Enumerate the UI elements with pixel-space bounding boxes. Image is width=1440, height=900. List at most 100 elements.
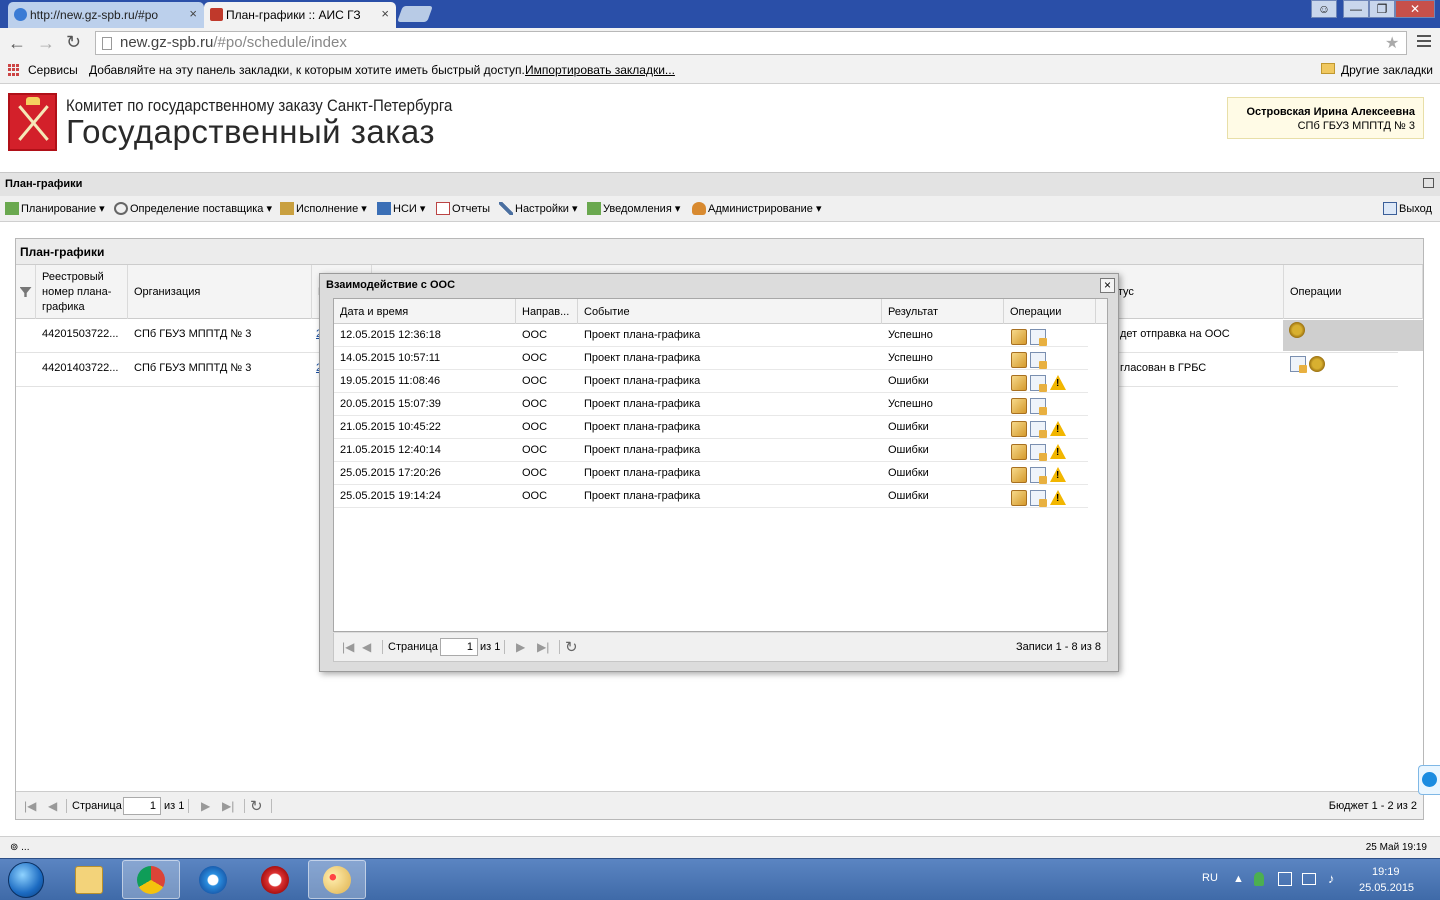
package-icon[interactable] <box>1011 375 1027 391</box>
table-row[interactable]: 14.05.2015 10:57:11 ООС Проект плана-графи… <box>334 347 1088 370</box>
prev-page-icon[interactable]: ◀ <box>48 799 57 813</box>
menu-label: Выход <box>1399 203 1432 215</box>
next-page-icon[interactable]: ▶ <box>201 799 210 813</box>
column-header-result[interactable]: Результат <box>882 299 1004 324</box>
clock-date[interactable]: 25.05.2015 <box>1359 882 1414 894</box>
page-number-input[interactable]: 1 <box>440 638 478 656</box>
apps-grid-icon[interactable] <box>8 64 20 76</box>
close-tab-icon[interactable]: × <box>381 6 389 21</box>
column-header-ops[interactable]: Операции <box>1004 299 1096 324</box>
menu-settings[interactable]: Настройки ▾ <box>499 202 578 215</box>
page-number-input[interactable]: 1 <box>123 797 161 815</box>
reload-icon[interactable]: ↻ <box>66 33 81 51</box>
bookmark-star-icon[interactable]: ★ <box>1385 33 1399 53</box>
table-row[interactable]: 12.05.2015 12:36:18 ООС Проект плана-графи… <box>334 324 1088 347</box>
eagle-icon[interactable] <box>1309 356 1325 372</box>
edit-document-icon[interactable] <box>1030 490 1047 507</box>
tray-flag-icon[interactable] <box>1278 872 1292 886</box>
table-row[interactable]: 20.05.2015 15:07:39 ООС Проект плана-графи… <box>334 393 1088 416</box>
edit-document-icon[interactable] <box>1030 352 1047 369</box>
column-header-status[interactable]: атус <box>1106 265 1284 319</box>
panel-title-bar: План-графики <box>0 172 1440 196</box>
filter-column-header[interactable] <box>16 265 36 319</box>
tray-volume-icon[interactable]: ♪ <box>1328 871 1335 886</box>
menu-label: Настройки <box>515 203 569 215</box>
package-icon[interactable] <box>1011 444 1027 460</box>
column-header-datetime[interactable]: Дата и время <box>334 299 516 324</box>
package-icon[interactable] <box>1011 398 1027 414</box>
close-dialog-icon[interactable]: × <box>1100 278 1115 293</box>
maximize-button[interactable]: ❐ <box>1369 0 1395 18</box>
table-row[interactable]: 21.05.2015 10:45:22 ООС Проект плана-графи… <box>334 416 1088 439</box>
close-window-button[interactable]: ✕ <box>1395 0 1435 18</box>
address-bar[interactable]: new.gz-spb.ru/#po/schedule/index <box>95 31 1407 55</box>
edit-document-icon[interactable] <box>1030 398 1047 415</box>
new-tab-button[interactable] <box>397 6 433 22</box>
package-icon[interactable] <box>1011 352 1027 368</box>
menu-exit[interactable]: Выход <box>1383 202 1432 215</box>
close-tab-icon[interactable]: × <box>189 6 197 21</box>
warning-icon[interactable] <box>1050 490 1066 505</box>
eagle-icon[interactable] <box>1289 322 1305 338</box>
column-header-ops[interactable]: Операции <box>1284 265 1423 319</box>
menu-supplier[interactable]: Определение поставщика ▾ <box>114 202 272 215</box>
refresh-icon[interactable]: ↻ <box>250 797 263 815</box>
table-row[interactable]: 19.05.2015 11:08:46 ООС Проект плана-графи… <box>334 370 1088 393</box>
table-row[interactable]: 25.05.2015 19:14:24 ООС Проект плана-графи… <box>334 485 1088 508</box>
menu-nsi[interactable]: НСИ ▾ <box>377 202 425 215</box>
language-indicator[interactable]: RU <box>1202 872 1218 884</box>
menu-execution[interactable]: Исполнение ▾ <box>280 202 367 215</box>
edit-document-icon[interactable] <box>1030 375 1047 392</box>
prev-page-icon[interactable]: ◀ <box>362 640 371 654</box>
menu-reports[interactable]: Отчеты <box>436 202 490 215</box>
maximize-panel-icon[interactable] <box>1423 178 1434 188</box>
package-icon[interactable] <box>1011 329 1027 345</box>
edit-document-icon[interactable] <box>1030 329 1047 346</box>
edit-document-icon[interactable] <box>1030 421 1047 438</box>
browser-tab-1[interactable]: http://new.gz-spb.ru/#po × <box>8 2 204 28</box>
other-bookmarks[interactable]: Другие закладки <box>1341 63 1433 77</box>
user-profile-button[interactable]: ☺ <box>1311 0 1337 18</box>
page-label: Страница <box>388 641 438 653</box>
table-row[interactable]: 21.05.2015 12:40:14 ООС Проект плана-графи… <box>334 439 1088 462</box>
tray-user-icon[interactable] <box>1254 872 1264 886</box>
minimize-button[interactable]: — <box>1343 0 1369 18</box>
column-header-org[interactable]: Организация <box>128 265 312 319</box>
back-arrow-icon[interactable]: ← <box>8 34 26 52</box>
last-page-icon[interactable]: ▶| <box>537 640 549 654</box>
edit-document-icon[interactable] <box>1030 444 1047 461</box>
menu-notifications[interactable]: Уведомления ▾ <box>587 202 680 215</box>
notifications-icon <box>587 202 601 215</box>
tray-expand-icon[interactable]: ▲ <box>1233 873 1244 885</box>
import-bookmarks-link[interactable]: Импортировать закладки... <box>525 63 675 77</box>
column-header-regnum[interactable]: Реестровый номер плана-графика <box>36 265 128 319</box>
package-icon[interactable] <box>1011 490 1027 506</box>
menu-planning[interactable]: Планирование ▾ <box>5 202 105 215</box>
warning-icon[interactable] <box>1050 467 1066 482</box>
tray-network-icon[interactable] <box>1302 873 1316 885</box>
edit-document-icon[interactable] <box>1030 467 1047 484</box>
first-page-icon[interactable]: |◀ <box>24 799 36 813</box>
column-header-direction[interactable]: Направ... <box>516 299 578 324</box>
warning-icon[interactable] <box>1050 375 1066 390</box>
windows-start-icon[interactable] <box>8 862 44 898</box>
teamviewer-widget[interactable] <box>1418 765 1440 795</box>
package-icon[interactable] <box>1011 467 1027 483</box>
filter-icon[interactable] <box>19 287 32 297</box>
bookmark-apps[interactable]: Сервисы <box>28 63 78 77</box>
refresh-icon[interactable]: ↻ <box>565 638 578 656</box>
column-header-event[interactable]: Событие <box>578 299 882 324</box>
browser-tab-2[interactable]: План-графики :: АИС ГЗ × <box>204 2 396 28</box>
table-row[interactable]: 25.05.2015 17:20:26 ООС Проект плана-графи… <box>334 462 1088 485</box>
last-page-icon[interactable]: ▶| <box>222 799 234 813</box>
browser-menu-icon[interactable] <box>1417 35 1431 50</box>
edit-document-icon[interactable] <box>1290 356 1307 373</box>
clock-time[interactable]: 19:19 <box>1372 866 1400 878</box>
forward-arrow-icon[interactable]: → <box>37 34 55 52</box>
menu-admin[interactable]: Администрирование ▾ <box>692 202 821 215</box>
first-page-icon[interactable]: |◀ <box>342 640 354 654</box>
warning-icon[interactable] <box>1050 444 1066 459</box>
package-icon[interactable] <box>1011 421 1027 437</box>
warning-icon[interactable] <box>1050 421 1066 436</box>
next-page-icon[interactable]: ▶ <box>516 640 525 654</box>
